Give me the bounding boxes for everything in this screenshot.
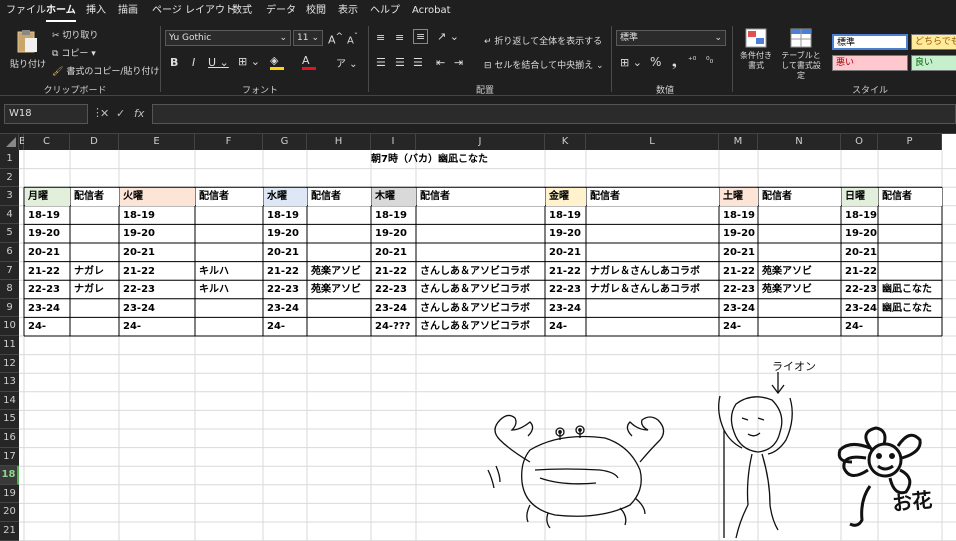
drawings-layer: ライオン お花 [487,360,933,539]
flower-text: お花 [891,488,933,516]
lion-label: ライオン [772,360,816,373]
crab-drawing[interactable] [487,414,665,529]
excel-window: ファイル ホーム 挿入 描画 ページ レイアウト 数式 データ 校閲 表示 ヘルプ Acrobat … [0,0,956,541]
lion-drawing[interactable] [718,372,793,539]
